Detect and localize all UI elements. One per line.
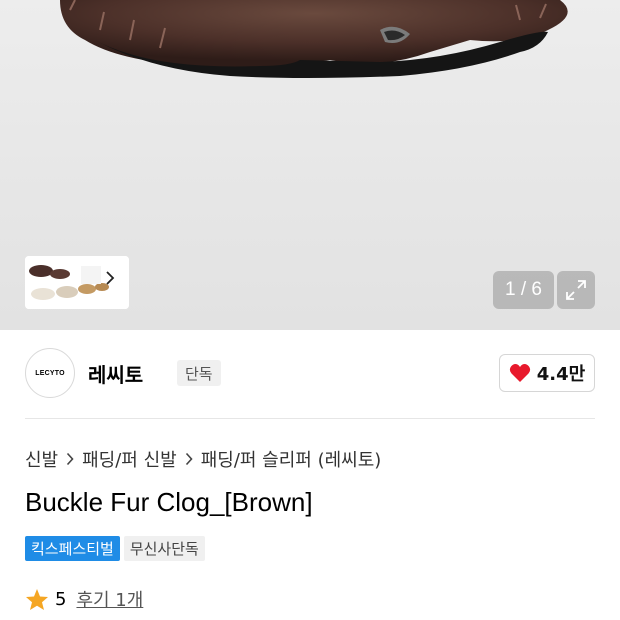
product-tags: 킥스페스티벌 무신사단독 xyxy=(25,536,205,561)
chevron-right-icon[interactable] xyxy=(105,270,125,294)
brand-name[interactable]: 레씨토 xyxy=(88,359,143,388)
chevron-right-icon xyxy=(66,452,74,466)
rating-summary: 5 후기 1개 xyxy=(25,586,143,612)
tag-kicks-festival[interactable]: 킥스페스티벌 xyxy=(25,536,120,561)
like-count: 4.4만 xyxy=(536,364,586,385)
divider xyxy=(25,418,595,419)
like-button[interactable]: 4.4만 xyxy=(499,354,595,392)
thumbnail-strip[interactable] xyxy=(25,256,129,309)
expand-icon xyxy=(566,280,586,300)
star-icon xyxy=(26,588,48,610)
brand-exclusive-badge: 단독 xyxy=(177,360,221,386)
chevron-right-icon xyxy=(185,452,193,466)
expand-button[interactable] xyxy=(557,271,595,309)
brand-logo[interactable]: LECYTO xyxy=(25,348,75,398)
breadcrumb-item[interactable]: 신발 xyxy=(25,446,58,472)
product-title: Buckle Fur Clog_[Brown] xyxy=(25,487,313,517)
product-image-gallery[interactable]: 1 / 6 xyxy=(0,0,620,330)
rating-score: 5 xyxy=(55,588,67,610)
brand-logo-text: LECYTO xyxy=(35,369,65,377)
brand-row: LECYTO 레씨토 단독 4.4만 xyxy=(25,348,595,400)
breadcrumb-item[interactable]: 패딩/퍼 슬리퍼 (레씨토) xyxy=(201,446,382,472)
breadcrumb-item[interactable]: 패딩/퍼 신발 xyxy=(82,446,177,472)
review-count-link[interactable]: 후기 1개 xyxy=(76,586,143,612)
tag-musinsa-exclusive: 무신사단독 xyxy=(123,536,205,561)
image-page-counter: 1 / 6 xyxy=(493,271,554,309)
breadcrumb: 신발 패딩/퍼 신발 패딩/퍼 슬리퍼 (레씨토) xyxy=(25,446,381,472)
heart-icon xyxy=(509,364,530,382)
